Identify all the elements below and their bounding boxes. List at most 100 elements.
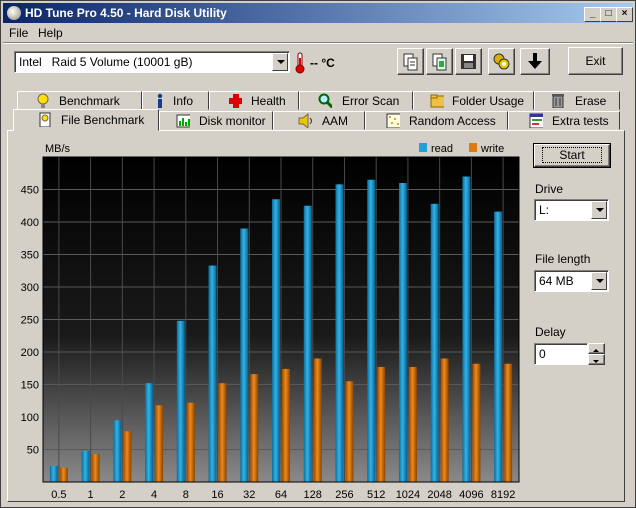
x-tick-label: 128: [304, 489, 322, 501]
bar-read: [113, 420, 122, 482]
file-length-label: File length: [535, 252, 591, 266]
x-tick-label: 64: [275, 489, 287, 501]
delay-input[interactable]: 0: [534, 343, 588, 365]
trash-icon: [552, 94, 564, 108]
spin-down-button[interactable]: [588, 354, 605, 365]
temperature-readout: -- °C: [310, 56, 335, 70]
tab-folder-usage[interactable]: Folder Usage: [413, 91, 534, 110]
bar-write: [282, 368, 290, 482]
copy-info-icon: [432, 53, 447, 71]
drive-letter-select[interactable]: L:: [534, 199, 609, 221]
speaker-icon: [298, 113, 312, 128]
maximize-button[interactable]: □: [600, 7, 617, 22]
bar-write: [313, 358, 322, 482]
tab-info[interactable]: Info: [142, 91, 209, 110]
folder-icon: [430, 94, 444, 108]
benchmark-chart: 50 100 150 200 250 300 350 400 450 MB/s 0.5 1 2 4 8 16 3…: [21, 143, 520, 501]
delay-label: Delay: [535, 325, 566, 339]
save-button[interactable]: [455, 48, 482, 75]
x-tick-label: 512: [367, 489, 385, 501]
y-axis-label: MB/s: [45, 143, 71, 155]
bar-write: [59, 467, 68, 482]
delay-value: 0: [539, 347, 546, 361]
legend-swatch-write: [469, 143, 477, 152]
tab-benchmark[interactable]: Benchmark: [17, 91, 142, 110]
start-button[interactable]: Start: [534, 144, 610, 167]
bar-write: [472, 363, 481, 482]
tab-erase[interactable]: Erase: [534, 91, 620, 110]
x-tick-label: 2: [119, 489, 125, 501]
download-icon: [528, 53, 542, 69]
chevron-down-icon: [593, 360, 599, 363]
bar-read: [335, 184, 344, 483]
x-tick-label: 0.5: [51, 489, 66, 501]
legend-label-read: read: [431, 143, 453, 155]
chevron-down-icon[interactable]: [591, 272, 607, 290]
drive-letter-value: L:: [539, 203, 550, 217]
bar-read: [240, 228, 249, 482]
x-tick-label: 2048: [427, 489, 451, 501]
y-tick-label: 150: [21, 380, 39, 392]
bar-read: [176, 320, 185, 482]
drive-select[interactable]: Intel Raid 5 Volume (10001 gB): [14, 51, 290, 73]
y-tick-label: 450: [21, 185, 39, 197]
tab-health-label: Health: [251, 94, 286, 108]
download-button[interactable]: [520, 48, 550, 75]
bar-write: [377, 366, 386, 482]
drive-label: Drive: [535, 182, 564, 196]
spin-up-button[interactable]: [588, 343, 605, 354]
x-tick-label: 8192: [491, 489, 515, 501]
legend-swatch-read: [419, 143, 427, 152]
window-title: HD Tune Pro 4.50 - Hard Disk Utility: [25, 6, 227, 20]
drive-select-value: Intel Raid 5 Volume (10001 gB): [19, 55, 193, 69]
start-button-label: Start: [542, 147, 602, 163]
menu-help-label[interactable]: Help: [38, 26, 63, 40]
close-button[interactable]: ×: [616, 7, 633, 22]
tab-error-scan[interactable]: Error Scan: [299, 91, 413, 110]
tab-health[interactable]: Health: [209, 91, 299, 110]
bar-read: [81, 450, 90, 482]
random-access-icon: [386, 113, 400, 128]
y-tick-label: 400: [21, 217, 39, 229]
chevron-down-icon[interactable]: [591, 201, 607, 219]
exit-button[interactable]: Exit: [568, 47, 623, 75]
x-tick-label: 16: [211, 489, 223, 501]
copy-info-button[interactable]: [426, 48, 453, 75]
bar-read: [430, 203, 439, 483]
bar-write: [186, 402, 195, 482]
bar-write: [91, 454, 100, 482]
tab-aam[interactable]: AAM: [273, 111, 365, 130]
tab-error-scan-label: Error Scan: [342, 94, 400, 108]
x-tick-label: 256: [335, 489, 353, 501]
chevron-down-icon[interactable]: [272, 53, 288, 71]
x-tick-label: 8: [183, 489, 189, 501]
tab-disk-monitor[interactable]: Disk monitor: [159, 111, 273, 130]
options-button[interactable]: [488, 48, 515, 75]
tab-extra-tests[interactable]: Extra tests: [508, 111, 620, 130]
file-length-select[interactable]: 64 MB: [534, 270, 609, 292]
disk-monitor-icon: [176, 114, 190, 128]
app-icon: [7, 6, 21, 20]
menu-file-label[interactable]: File: [9, 26, 29, 40]
tab-file-benchmark[interactable]: File Benchmark: [13, 109, 159, 131]
thermometer-icon: [295, 52, 305, 74]
bar-read: [398, 183, 407, 482]
tab-random-access[interactable]: Random Access: [365, 111, 508, 130]
copy-text-button[interactable]: [397, 48, 424, 75]
y-tick-label: 250: [21, 315, 39, 327]
bar-write: [345, 381, 354, 482]
x-tick-label: 4: [151, 489, 157, 501]
bar-write: [123, 431, 132, 482]
app-window: HD Tune Pro 4.50 - Hard Disk Utility _ □…: [0, 0, 636, 508]
legend-label-write: write: [480, 143, 504, 155]
bar-write: [155, 405, 164, 482]
bulb-icon: [37, 93, 49, 108]
x-tick-label: 1: [88, 489, 94, 501]
extra-tests-icon: [529, 113, 543, 128]
info-icon: [157, 93, 163, 108]
minimize-button[interactable]: _: [584, 7, 601, 22]
bar-read: [303, 205, 312, 482]
tab-folder-usage-label: Folder Usage: [452, 94, 525, 108]
bar-read: [208, 265, 217, 482]
tab-benchmark-label: Benchmark: [59, 94, 120, 108]
